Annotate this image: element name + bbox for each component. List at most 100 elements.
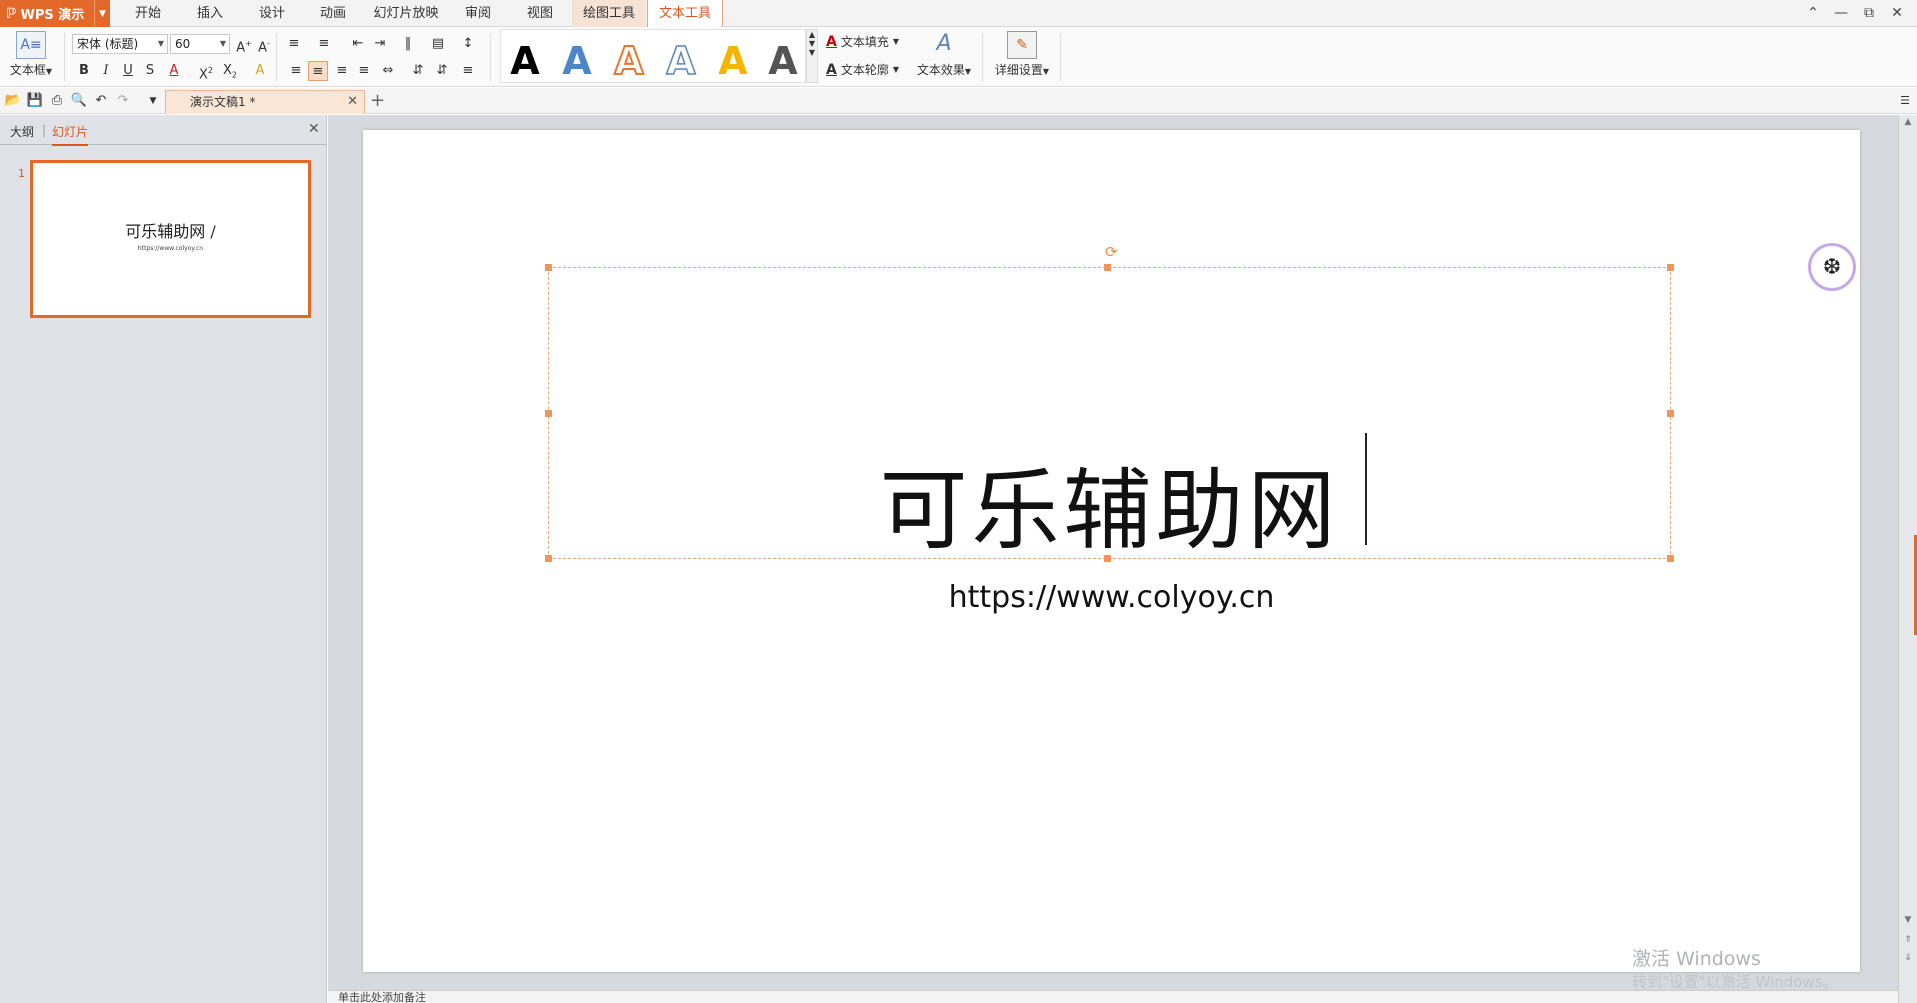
shadow-icon[interactable]: S [140,61,160,81]
grow-font-icon[interactable]: A+ [234,34,254,55]
tab-design[interactable]: 设计 [252,0,292,27]
superscript-icon[interactable]: X2 [196,61,216,82]
wordart-style-blue[interactable]: A [555,38,599,84]
slide-subtitle-text[interactable]: https://www.colyoy.cn [363,580,1860,615]
resize-handle-top-left[interactable] [545,264,552,271]
align-center-icon[interactable]: ≡ [308,61,328,81]
new-tab-icon[interactable]: + [370,91,385,111]
distribute-icon[interactable]: ⇔ [378,61,398,81]
tab-insert[interactable]: 插入 [190,0,230,27]
text-effect-icon: A [936,31,952,56]
increase-indent-icon[interactable]: ⇥ [370,34,390,54]
wordart-style-black[interactable]: A [503,38,547,84]
tab-outline[interactable]: 大纲 [10,123,34,140]
tab-drawing-tools[interactable]: 绘图工具 [572,0,646,27]
wordart-style-gold[interactable]: A [711,38,755,84]
redo-icon[interactable]: ↷ [114,92,132,110]
wordart-style-blue-outline[interactable]: A [659,38,703,84]
ribbon-separator [1060,33,1061,81]
tab-animation[interactable]: 动画 [313,0,353,27]
settings-panel-icon: ✎ [1007,31,1037,59]
wordart-style-gray[interactable]: A [761,38,805,84]
close-icon[interactable]: ✕ [1888,4,1906,22]
bold-icon[interactable]: B [74,61,94,81]
slide-canvas[interactable]: ⟳ 可乐辅助网 https://www.colyoy.cn [363,130,1860,972]
rotate-handle-icon[interactable]: ⟳ [1105,243,1118,261]
decrease-indent-icon[interactable]: ⇤ [348,34,368,54]
slide-title-text[interactable]: 可乐辅助网 [549,440,1670,567]
shrink-font-icon[interactable]: A- [254,34,274,55]
title-textbox[interactable]: ⟳ 可乐辅助网 [545,243,1674,562]
bullet-list-icon[interactable]: ≡ [284,34,304,54]
tab-review[interactable]: 审阅 [458,0,498,27]
tab-home[interactable]: 开始 [128,0,168,27]
collapse-ribbon-icon[interactable]: ⌃ [1804,4,1822,22]
chevron-down-icon: ▼ [157,39,164,48]
thumbnail-title: 可乐辅助网 / [125,222,216,241]
textbox-icon: A≡ [16,31,46,59]
justify-icon[interactable]: ≡ [354,61,374,81]
tab-slideshow[interactable]: 幻灯片放映 [370,0,442,27]
resize-handle-top[interactable] [1104,264,1111,271]
resize-handle-right[interactable] [1667,410,1674,417]
clear-format-icon[interactable]: A [250,61,270,81]
paragraph-spacing-icon[interactable]: ⇵ [432,61,452,81]
restore-icon[interactable]: ⧉ [1860,4,1878,22]
align-right-icon[interactable]: ≡ [332,61,352,81]
columns-icon[interactable]: ‖ [398,34,418,54]
text-outline-button[interactable]: A 文本轮廓 ▼ [826,61,899,78]
align-text-icon[interactable]: ▤ [428,34,448,54]
print-preview-icon[interactable]: 🔍 [70,92,88,110]
app-menu-button[interactable]: ℙ WPS 演示 ▼ [0,0,110,27]
numbered-list-icon[interactable]: ≡ [314,34,334,54]
wordart-gallery-scroll[interactable]: ▲ ▼ ▼ [806,29,818,83]
prev-slide-icon[interactable]: ⇑ [1901,935,1915,945]
customize-quickbar-icon[interactable]: ▼ [144,92,162,110]
chevron-down-icon[interactable]: ▼ [94,0,110,27]
tab-list-icon[interactable]: ☰ [1896,92,1914,110]
nav-pane-tabs: 大纲 | 幻灯片 ✕ [0,115,327,146]
undo-icon[interactable]: ↶ [92,92,110,110]
document-tab[interactable]: 演示文稿1 * ✕ [165,90,365,114]
text-fill-label: 文本填充 [840,35,889,49]
vertical-scrollbar[interactable]: ▲ ▼ ⇑ ⇓ [1898,115,1917,1003]
textbox-label: 文本框 [9,63,46,77]
close-pane-icon[interactable]: ✕ [308,121,320,137]
italic-icon[interactable]: I [96,61,116,81]
open-folder-icon[interactable]: 📂 [4,92,22,110]
text-outline-icon: A [826,61,837,78]
wordart-style-orange-outline[interactable]: A [607,38,651,84]
tab-divider: | [42,123,47,137]
text-fill-button[interactable]: A 文本填充 ▼ [826,33,899,50]
subscript-icon[interactable]: X2 [220,61,240,81]
font-color-icon[interactable]: A [164,61,184,81]
underline-icon[interactable]: U [118,61,138,81]
text-direction-icon[interactable]: ↕ [458,34,478,54]
paragraph-settings-icon[interactable]: ≡ [458,61,478,81]
textbox-button[interactable]: A≡ 文本框▼ [8,31,54,78]
detail-settings-button[interactable]: ✎ 详细设置▼ [990,31,1054,78]
tab-slides[interactable]: 幻灯片 [52,123,89,146]
minimize-icon[interactable]: — [1832,4,1850,22]
scroll-up-icon[interactable]: ▲ [1901,117,1915,127]
notes-pane[interactable]: 单击此处添加备注 [328,990,1898,1003]
scroll-down-icon[interactable]: ▼ [1901,915,1915,925]
line-spacing-icon[interactable]: ⇵ [408,61,428,81]
print-icon[interactable]: ⎙ [48,92,66,110]
tab-view[interactable]: 视图 [520,0,560,27]
wps-logo-icon: ℙ [6,5,17,22]
resize-handle-left[interactable] [545,410,552,417]
activation-watermark-text: 转到"设置"以激活 Windows。 [1632,973,1838,991]
font-name-select[interactable]: 宋体 (标题) ▼ [72,34,168,54]
font-size-select[interactable]: 60 ▼ [170,34,230,54]
close-tab-icon[interactable]: ✕ [347,91,358,113]
activation-watermark-title: 激活 Windows [1632,948,1761,970]
align-left-icon[interactable]: ≡ [286,61,306,81]
next-slide-icon[interactable]: ⇓ [1901,953,1915,963]
save-icon[interactable]: 💾 [26,92,44,110]
slide-thumbnail[interactable]: 可乐辅助网 / https://www.colyoy.cn [30,160,311,318]
tab-text-tools[interactable]: 文本工具 [647,0,723,27]
resize-handle-top-right[interactable] [1667,264,1674,271]
assistant-icon[interactable]: ❆ [1808,243,1856,291]
text-effect-button[interactable]: A 文本效果▼ [912,31,976,78]
